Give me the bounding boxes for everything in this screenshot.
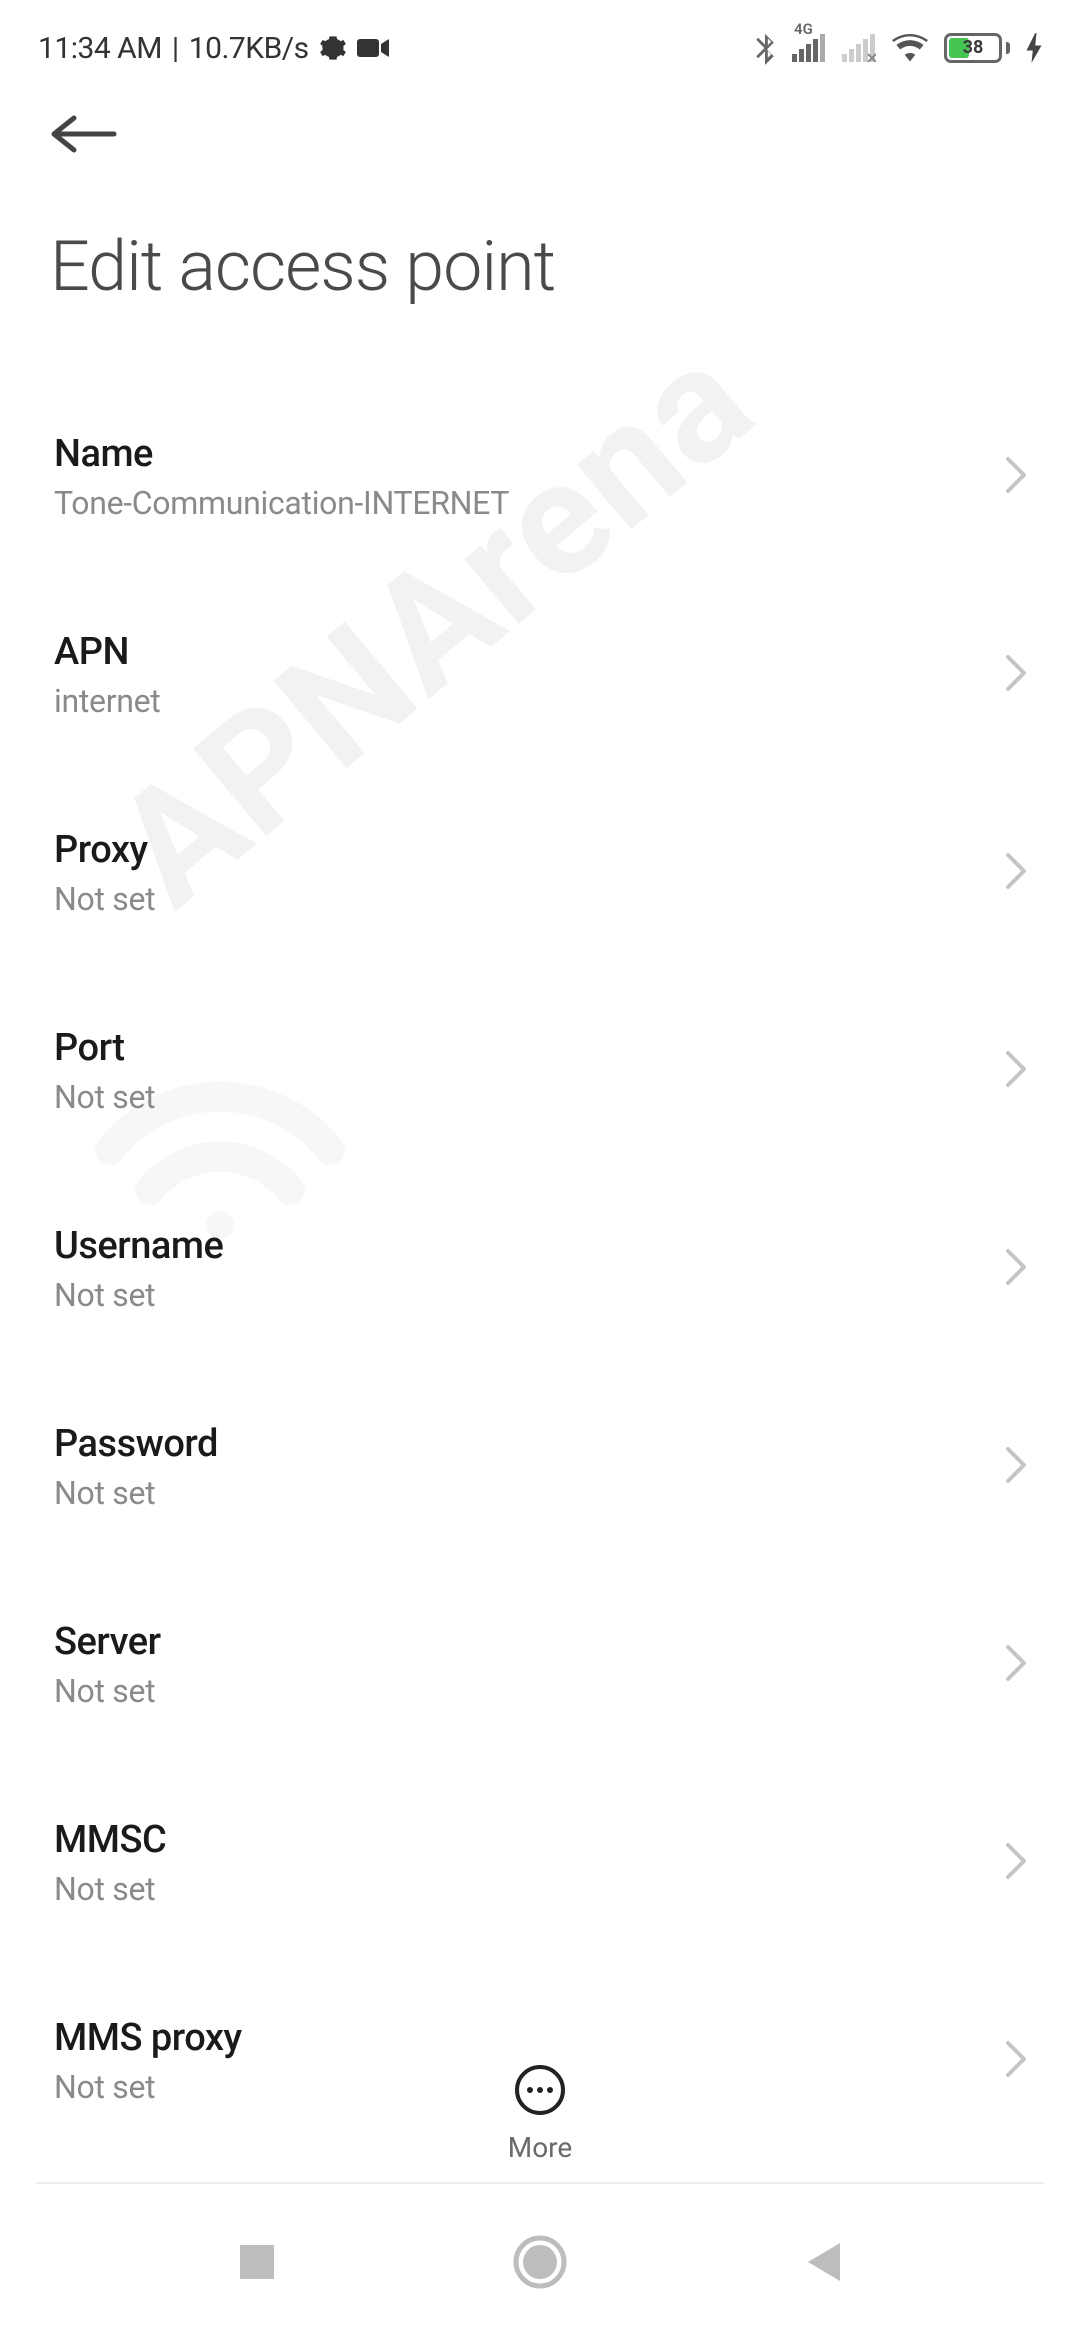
row-value: Not set (54, 1276, 223, 1314)
navigation-bar (0, 2184, 1080, 2340)
status-left: 11:34 AM | 10.7KB/s (38, 31, 391, 66)
row-apn[interactable]: APN internet (0, 596, 1080, 754)
more-icon (515, 2065, 565, 2115)
row-label: Server (54, 1620, 161, 1664)
more-button[interactable]: More (508, 2065, 573, 2164)
gear-icon (319, 34, 347, 62)
row-value: internet (54, 682, 160, 720)
row-value: Not set (54, 1870, 166, 1908)
settings-list: Name Tone-Communication-INTERNET APN int… (0, 328, 1080, 2140)
row-label: Username (54, 1224, 223, 1268)
header: Edit access point (0, 90, 1080, 328)
status-time: 11:34 AM (38, 31, 162, 66)
row-value: Not set (54, 1078, 155, 1116)
chevron-right-icon (1004, 1247, 1028, 1291)
row-label: Proxy (54, 828, 155, 872)
row-server[interactable]: Server Not set (0, 1586, 1080, 1744)
back-button[interactable] (50, 100, 118, 168)
bottom-action-bar: More (0, 2065, 1080, 2164)
square-icon (236, 2241, 278, 2283)
chevron-right-icon (1004, 1841, 1028, 1885)
page-title: Edit access point (50, 226, 1030, 308)
signal-4g-icon: 4G (792, 34, 826, 62)
chevron-right-icon (1004, 1049, 1028, 1093)
chevron-right-icon (1004, 851, 1028, 895)
triangle-left-icon (802, 2239, 844, 2285)
row-label: MMSC (54, 1818, 166, 1862)
row-value: Not set (54, 1672, 161, 1710)
row-label: Name (54, 432, 509, 476)
nav-home-button[interactable] (511, 2233, 569, 2291)
status-separator: | (172, 31, 179, 66)
row-value: Tone-Communication-INTERNET (54, 484, 509, 522)
row-mmsc[interactable]: MMSC Not set (0, 1784, 1080, 1942)
status-bar: 11:34 AM | 10.7KB/s 4G 38 (0, 0, 1080, 90)
row-name[interactable]: Name Tone-Communication-INTERNET (0, 398, 1080, 556)
row-label: APN (54, 630, 160, 674)
row-username[interactable]: Username Not set (0, 1190, 1080, 1348)
wifi-icon (892, 34, 928, 62)
row-label: Password (54, 1422, 218, 1466)
more-label: More (508, 2131, 573, 2164)
chevron-right-icon (1004, 1445, 1028, 1489)
chevron-right-icon (1004, 653, 1028, 697)
nav-recent-button[interactable] (236, 2241, 278, 2283)
video-icon (357, 36, 391, 60)
bluetooth-icon (754, 31, 776, 65)
row-value: Not set (54, 880, 155, 918)
nav-back-button[interactable] (802, 2239, 844, 2285)
row-password[interactable]: Password Not set (0, 1388, 1080, 1546)
chevron-right-icon (1004, 1643, 1028, 1687)
arrow-left-icon (50, 114, 118, 154)
row-value: Not set (54, 1474, 218, 1512)
status-net-speed: 10.7KB/s (189, 31, 309, 66)
charging-icon (1026, 33, 1042, 63)
battery-icon: 38 (944, 33, 1010, 63)
row-label: MMS proxy (54, 2016, 242, 2060)
circle-icon (511, 2233, 569, 2291)
signal-nosim-icon (842, 34, 876, 62)
row-label: Port (54, 1026, 155, 1070)
chevron-right-icon (1004, 455, 1028, 499)
status-right: 4G 38 (754, 31, 1042, 65)
row-port[interactable]: Port Not set (0, 992, 1080, 1150)
row-proxy[interactable]: Proxy Not set (0, 794, 1080, 952)
